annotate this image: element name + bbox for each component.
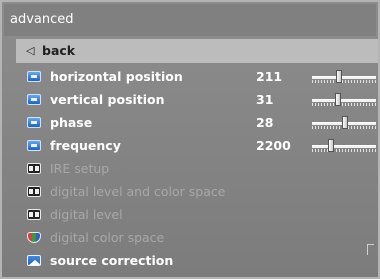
blue-square-icon <box>27 94 41 105</box>
slider-ticks <box>312 149 376 152</box>
slider-thumb[interactable] <box>334 93 341 106</box>
menu-item-ire-setup: IRE setup <box>16 157 378 180</box>
menu-item-label: horizontal position <box>50 69 183 84</box>
blue-square-icon <box>27 117 41 128</box>
menu-list: ◁ back horizontal position 211 vertical … <box>16 39 378 272</box>
menu-item-source-correction[interactable]: source correction <box>16 249 378 272</box>
menu-title: advanced <box>4 4 376 36</box>
slider-thumb[interactable] <box>335 70 342 83</box>
menu-item-label: vertical position <box>50 92 165 107</box>
menu-item-horizontal-position[interactable]: horizontal position 211 <box>16 65 378 88</box>
menu-item-value: 2200 <box>256 138 291 153</box>
slider-thumb[interactable] <box>342 116 349 129</box>
menu-item-frequency[interactable]: frequency 2200 <box>16 134 378 157</box>
slider-track <box>312 145 376 148</box>
menu-item-label: frequency <box>50 138 121 153</box>
menu-item-phase[interactable]: phase 28 <box>16 111 378 134</box>
menu-item-value: 28 <box>256 115 274 130</box>
menu-item-label: digital level and color space <box>50 184 226 199</box>
menu-item-label: digital color space <box>50 230 165 245</box>
horizontal-position-slider[interactable] <box>312 70 376 84</box>
ire-icon <box>27 163 41 174</box>
back-arrow-icon: ◁ <box>26 44 35 57</box>
shield-icon <box>27 232 41 243</box>
blue-square-icon <box>27 140 41 151</box>
slider-track <box>312 76 376 79</box>
osd-menu-panel: advanced ◁ back horizontal position 211 … <box>0 0 380 279</box>
menu-item-label: digital level <box>50 207 123 222</box>
phase-slider[interactable] <box>312 116 376 130</box>
menu-item-vertical-position[interactable]: vertical position 31 <box>16 88 378 111</box>
vertical-position-slider[interactable] <box>312 93 376 107</box>
slider-ticks <box>312 80 376 83</box>
back-item[interactable]: ◁ back <box>16 39 378 63</box>
menu-item-label: IRE setup <box>50 161 110 176</box>
scroll-corner-mark <box>367 244 374 255</box>
slider-track <box>312 99 376 102</box>
menu-item-digital-color-space: digital color space <box>16 226 378 249</box>
menu-item-value: 211 <box>256 69 283 84</box>
mountain-icon <box>27 255 41 266</box>
slider-thumb[interactable] <box>328 139 335 152</box>
slider-ticks <box>312 103 376 106</box>
back-label: back <box>42 43 76 58</box>
ire-icon <box>27 209 41 220</box>
menu-item-digital-level-and-color-space: digital level and color space <box>16 180 378 203</box>
menu-item-label: phase <box>50 115 93 130</box>
blue-square-icon <box>27 71 41 82</box>
menu-item-digital-level: digital level <box>16 203 378 226</box>
menu-item-value: 31 <box>256 92 274 107</box>
ire-icon <box>27 186 41 197</box>
frequency-slider[interactable] <box>312 139 376 153</box>
menu-item-label: source correction <box>50 253 174 268</box>
